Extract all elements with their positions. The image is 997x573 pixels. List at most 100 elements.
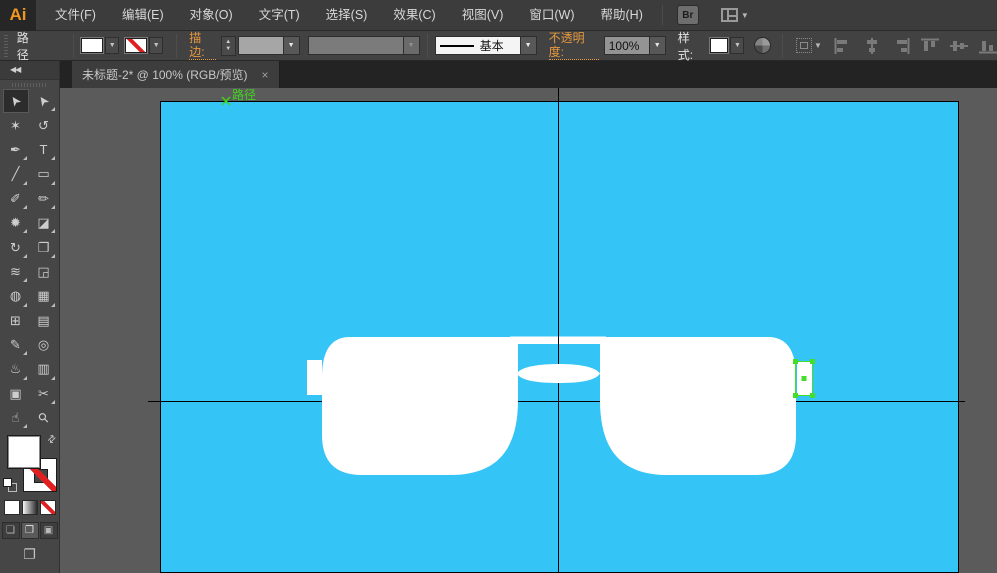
selection-handle-bottom-right[interactable] — [810, 393, 815, 398]
subtool-corner-icon — [51, 229, 55, 233]
menu-object[interactable]: 对象(O) — [177, 0, 246, 31]
canvas-area[interactable]: 路径 — [60, 88, 997, 573]
subtool-corner-icon — [51, 303, 55, 307]
graphic-style-dropdown[interactable]: ▼ — [730, 37, 744, 54]
fill-color-swatch[interactable] — [81, 38, 103, 53]
line-segment-tool[interactable]: ╱ — [3, 162, 29, 186]
collapse-panel-button[interactable]: ◀◀ — [0, 61, 59, 80]
menu-window[interactable]: 窗口(W) — [516, 0, 587, 31]
graphic-style-swatch[interactable] — [710, 38, 728, 53]
selection-tool[interactable]: ➤ — [3, 89, 29, 113]
width-tool[interactable]: ≋ — [3, 260, 29, 284]
perspective-grid-tool[interactable]: ▦ — [31, 284, 57, 308]
scale-tool[interactable]: ❐ — [31, 235, 57, 259]
stepper-down-icon[interactable]: ▼ — [225, 46, 231, 53]
menu-edit[interactable]: 编辑(E) — [109, 0, 177, 31]
artboard-tool[interactable]: ▣ — [3, 382, 29, 406]
stroke-color-swatch[interactable] — [125, 38, 147, 53]
style-label: 样式: — [678, 29, 705, 63]
fill-proxy-swatch[interactable] — [7, 435, 41, 469]
context-label: 路径 — [17, 29, 40, 63]
transform-options-button[interactable]: ▼ — [790, 38, 822, 53]
align-right-icon[interactable] — [892, 38, 910, 54]
document-tab[interactable]: 未标题-2* @ 100% (RGB/预览) × — [72, 61, 280, 88]
panel-grip-handle[interactable] — [2, 35, 11, 57]
color-button[interactable] — [4, 500, 20, 515]
brush-definition-dropdown[interactable]: ▼ — [521, 36, 537, 55]
menu-file[interactable]: 文件(F) — [42, 0, 109, 31]
rotate-tool[interactable]: ↻ — [3, 235, 29, 259]
align-horizontal-center-icon[interactable] — [863, 38, 881, 54]
align-left-icon[interactable] — [834, 38, 852, 54]
menu-effect[interactable]: 效果(C) — [380, 0, 448, 31]
blob-brush-tool[interactable]: ✹ — [3, 211, 29, 235]
mesh-tool[interactable]: ⊞ — [3, 309, 29, 333]
subtool-corner-icon — [51, 205, 55, 209]
stroke-weight-input[interactable] — [238, 36, 284, 55]
shape-builder-tool[interactable]: ◍ — [3, 284, 29, 308]
work-area: 未标题-2* @ 100% (RGB/预览) × — [60, 61, 997, 573]
brush-definition-select[interactable]: 基本 — [435, 36, 521, 55]
lasso-tool[interactable]: ↺ — [31, 113, 57, 137]
eyedropper-tool[interactable]: ✎ — [3, 333, 29, 357]
eraser-tool[interactable]: ◪ — [31, 211, 57, 235]
swap-fill-stroke-icon[interactable]: ⇄ — [45, 433, 59, 447]
align-bottom-icon[interactable] — [979, 38, 997, 54]
pencil-tool[interactable]: ✏ — [31, 187, 57, 211]
menu-items: 文件(F)编辑(E)对象(O)文字(T)选择(S)效果(C)视图(V)窗口(W)… — [42, 0, 656, 31]
width-tool-icon: ≋ — [10, 264, 21, 280]
type-tool[interactable]: T — [31, 138, 57, 162]
workspace-switcher-button[interactable]: ▼ — [721, 8, 749, 22]
width-profile-select[interactable] — [308, 36, 404, 55]
column-graph-tool-icon: ▥ — [37, 361, 49, 377]
stroke-panel-link[interactable]: 描边: — [189, 31, 216, 60]
panel-drag-handle[interactable] — [0, 80, 59, 89]
subtool-corner-icon — [23, 205, 27, 209]
brush-stroke-preview — [440, 45, 474, 47]
align-top-icon[interactable] — [921, 38, 939, 54]
stroke-color-dropdown[interactable]: ▼ — [149, 37, 163, 54]
selection-center-point[interactable] — [802, 376, 807, 381]
menu-type[interactable]: 文字(T) — [246, 0, 313, 31]
type-tool-icon: T — [40, 142, 48, 157]
opacity-input[interactable]: 100% — [604, 36, 650, 55]
opacity-dropdown[interactable]: ▼ — [650, 36, 666, 55]
zoom-tool[interactable]: ⚲ — [31, 406, 57, 430]
free-transform-tool[interactable]: ◲ — [31, 260, 57, 284]
paintbrush-tool[interactable]: ✐ — [3, 187, 29, 211]
magic-wand-tool[interactable]: ✶ — [3, 113, 29, 137]
column-graph-tool[interactable]: ▥ — [31, 357, 57, 381]
opacity-panel-link[interactable]: 不透明度: — [549, 31, 599, 60]
bridge-button[interactable]: Br — [677, 5, 699, 25]
align-vertical-center-icon[interactable] — [950, 38, 968, 54]
stroke-weight-dropdown[interactable]: ▼ — [284, 36, 300, 55]
menu-help[interactable]: 帮助(H) — [588, 0, 656, 31]
default-fill-stroke-icon[interactable] — [3, 478, 17, 492]
selection-handle-bottom-left[interactable] — [793, 393, 798, 398]
gradient-tool[interactable]: ▤ — [31, 309, 57, 333]
slice-tool[interactable]: ✂ — [31, 382, 57, 406]
draw-inside-button[interactable]: ▣ — [40, 522, 58, 539]
direct-selection-tool[interactable]: ➤ — [31, 89, 57, 113]
color-mode-buttons — [0, 496, 59, 519]
pen-tool[interactable]: ✒ — [3, 138, 29, 162]
stepper-up-icon[interactable]: ▲ — [225, 39, 231, 46]
none-button[interactable] — [40, 500, 56, 515]
glasses-shape[interactable] — [307, 337, 796, 476]
gradient-button[interactable] — [22, 500, 38, 515]
selection-handle-top-left[interactable] — [793, 359, 798, 364]
symbol-sprayer-tool[interactable]: ♨ — [3, 357, 29, 381]
blend-tool[interactable]: ◎ — [31, 333, 57, 357]
recolor-artwork-icon[interactable] — [754, 37, 771, 54]
menu-view[interactable]: 视图(V) — [449, 0, 517, 31]
close-icon[interactable]: × — [262, 68, 269, 82]
selection-handle-top-right[interactable] — [810, 359, 815, 364]
draw-normal-button[interactable]: ❏ — [2, 522, 20, 539]
screen-mode-button[interactable]: ❐ — [0, 541, 59, 567]
menu-select[interactable]: 选择(S) — [313, 0, 381, 31]
stroke-weight-stepper[interactable]: ▲▼ — [221, 36, 236, 56]
fill-color-dropdown[interactable]: ▼ — [105, 37, 119, 54]
draw-behind-button[interactable]: ❐ — [21, 522, 39, 539]
hand-tool[interactable]: ☝ — [3, 406, 29, 430]
rectangle-tool[interactable]: ▭ — [31, 162, 57, 186]
